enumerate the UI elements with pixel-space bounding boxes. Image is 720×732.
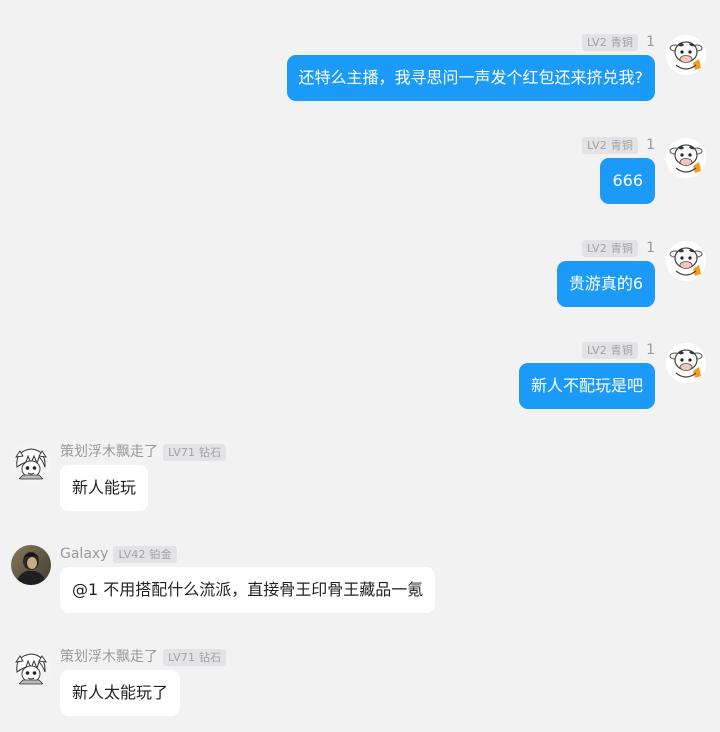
sender-name[interactable]: Galaxy	[60, 545, 108, 563]
level-badge: LV71 钻石	[163, 443, 227, 461]
message-bubble[interactable]: 新人能玩	[60, 465, 149, 511]
sender-name[interactable]: 策划浮木飘走了	[60, 648, 158, 666]
sender-meta: LV2 青铜 1	[581, 136, 655, 154]
level-badge: LV42 铂金	[113, 545, 177, 563]
sender-name[interactable]: 策划浮木飘走了	[60, 443, 158, 461]
cow-avatar-icon[interactable]	[666, 138, 706, 178]
sender-count: 1	[646, 342, 655, 358]
sender-meta: LV2 青铜 1	[581, 239, 655, 257]
cow-avatar-icon[interactable]	[666, 35, 706, 75]
sender-count: 1	[646, 34, 655, 50]
message-bubble[interactable]: 还特么主播，我寻思问一声发个红包还来挤兑我?	[286, 55, 655, 101]
level-badge: LV2 青铜	[581, 33, 639, 51]
message-bubble[interactable]: 新人太能玩了	[60, 670, 181, 716]
sender-count: 1	[646, 137, 655, 153]
sender-meta: LV2 青铜 1	[581, 341, 655, 359]
dark-portrait-avatar-icon[interactable]	[11, 545, 51, 585]
level-badge: LV2 青铜	[581, 239, 639, 257]
sender-meta: LV2 青铜 1	[581, 33, 655, 51]
message-bubble[interactable]: 666	[600, 158, 655, 204]
sender-meta: 策划浮木飘走了 LV71 钻石	[60, 648, 227, 666]
sender-count: 1	[646, 240, 655, 256]
cow-avatar-icon[interactable]	[666, 343, 706, 383]
level-badge: LV2 青铜	[581, 136, 639, 154]
message-bubble[interactable]: 贵游真的6	[556, 261, 655, 307]
message-bubble[interactable]: 新人不配玩是吧	[518, 363, 655, 409]
cow-avatar-icon[interactable]	[666, 241, 706, 281]
sender-meta: 策划浮木飘走了 LV71 钻石	[60, 443, 227, 461]
message-bubble[interactable]: @1 不用搭配什么流派，直接骨王印骨王藏品一氪	[60, 567, 436, 613]
anime-girl-avatar-icon[interactable]	[11, 648, 51, 688]
level-badge: LV2 青铜	[581, 341, 639, 359]
level-badge: LV71 钻石	[163, 648, 227, 666]
sender-meta: Galaxy LV42 铂金	[60, 545, 177, 563]
anime-girl-avatar-icon[interactable]	[11, 443, 51, 483]
